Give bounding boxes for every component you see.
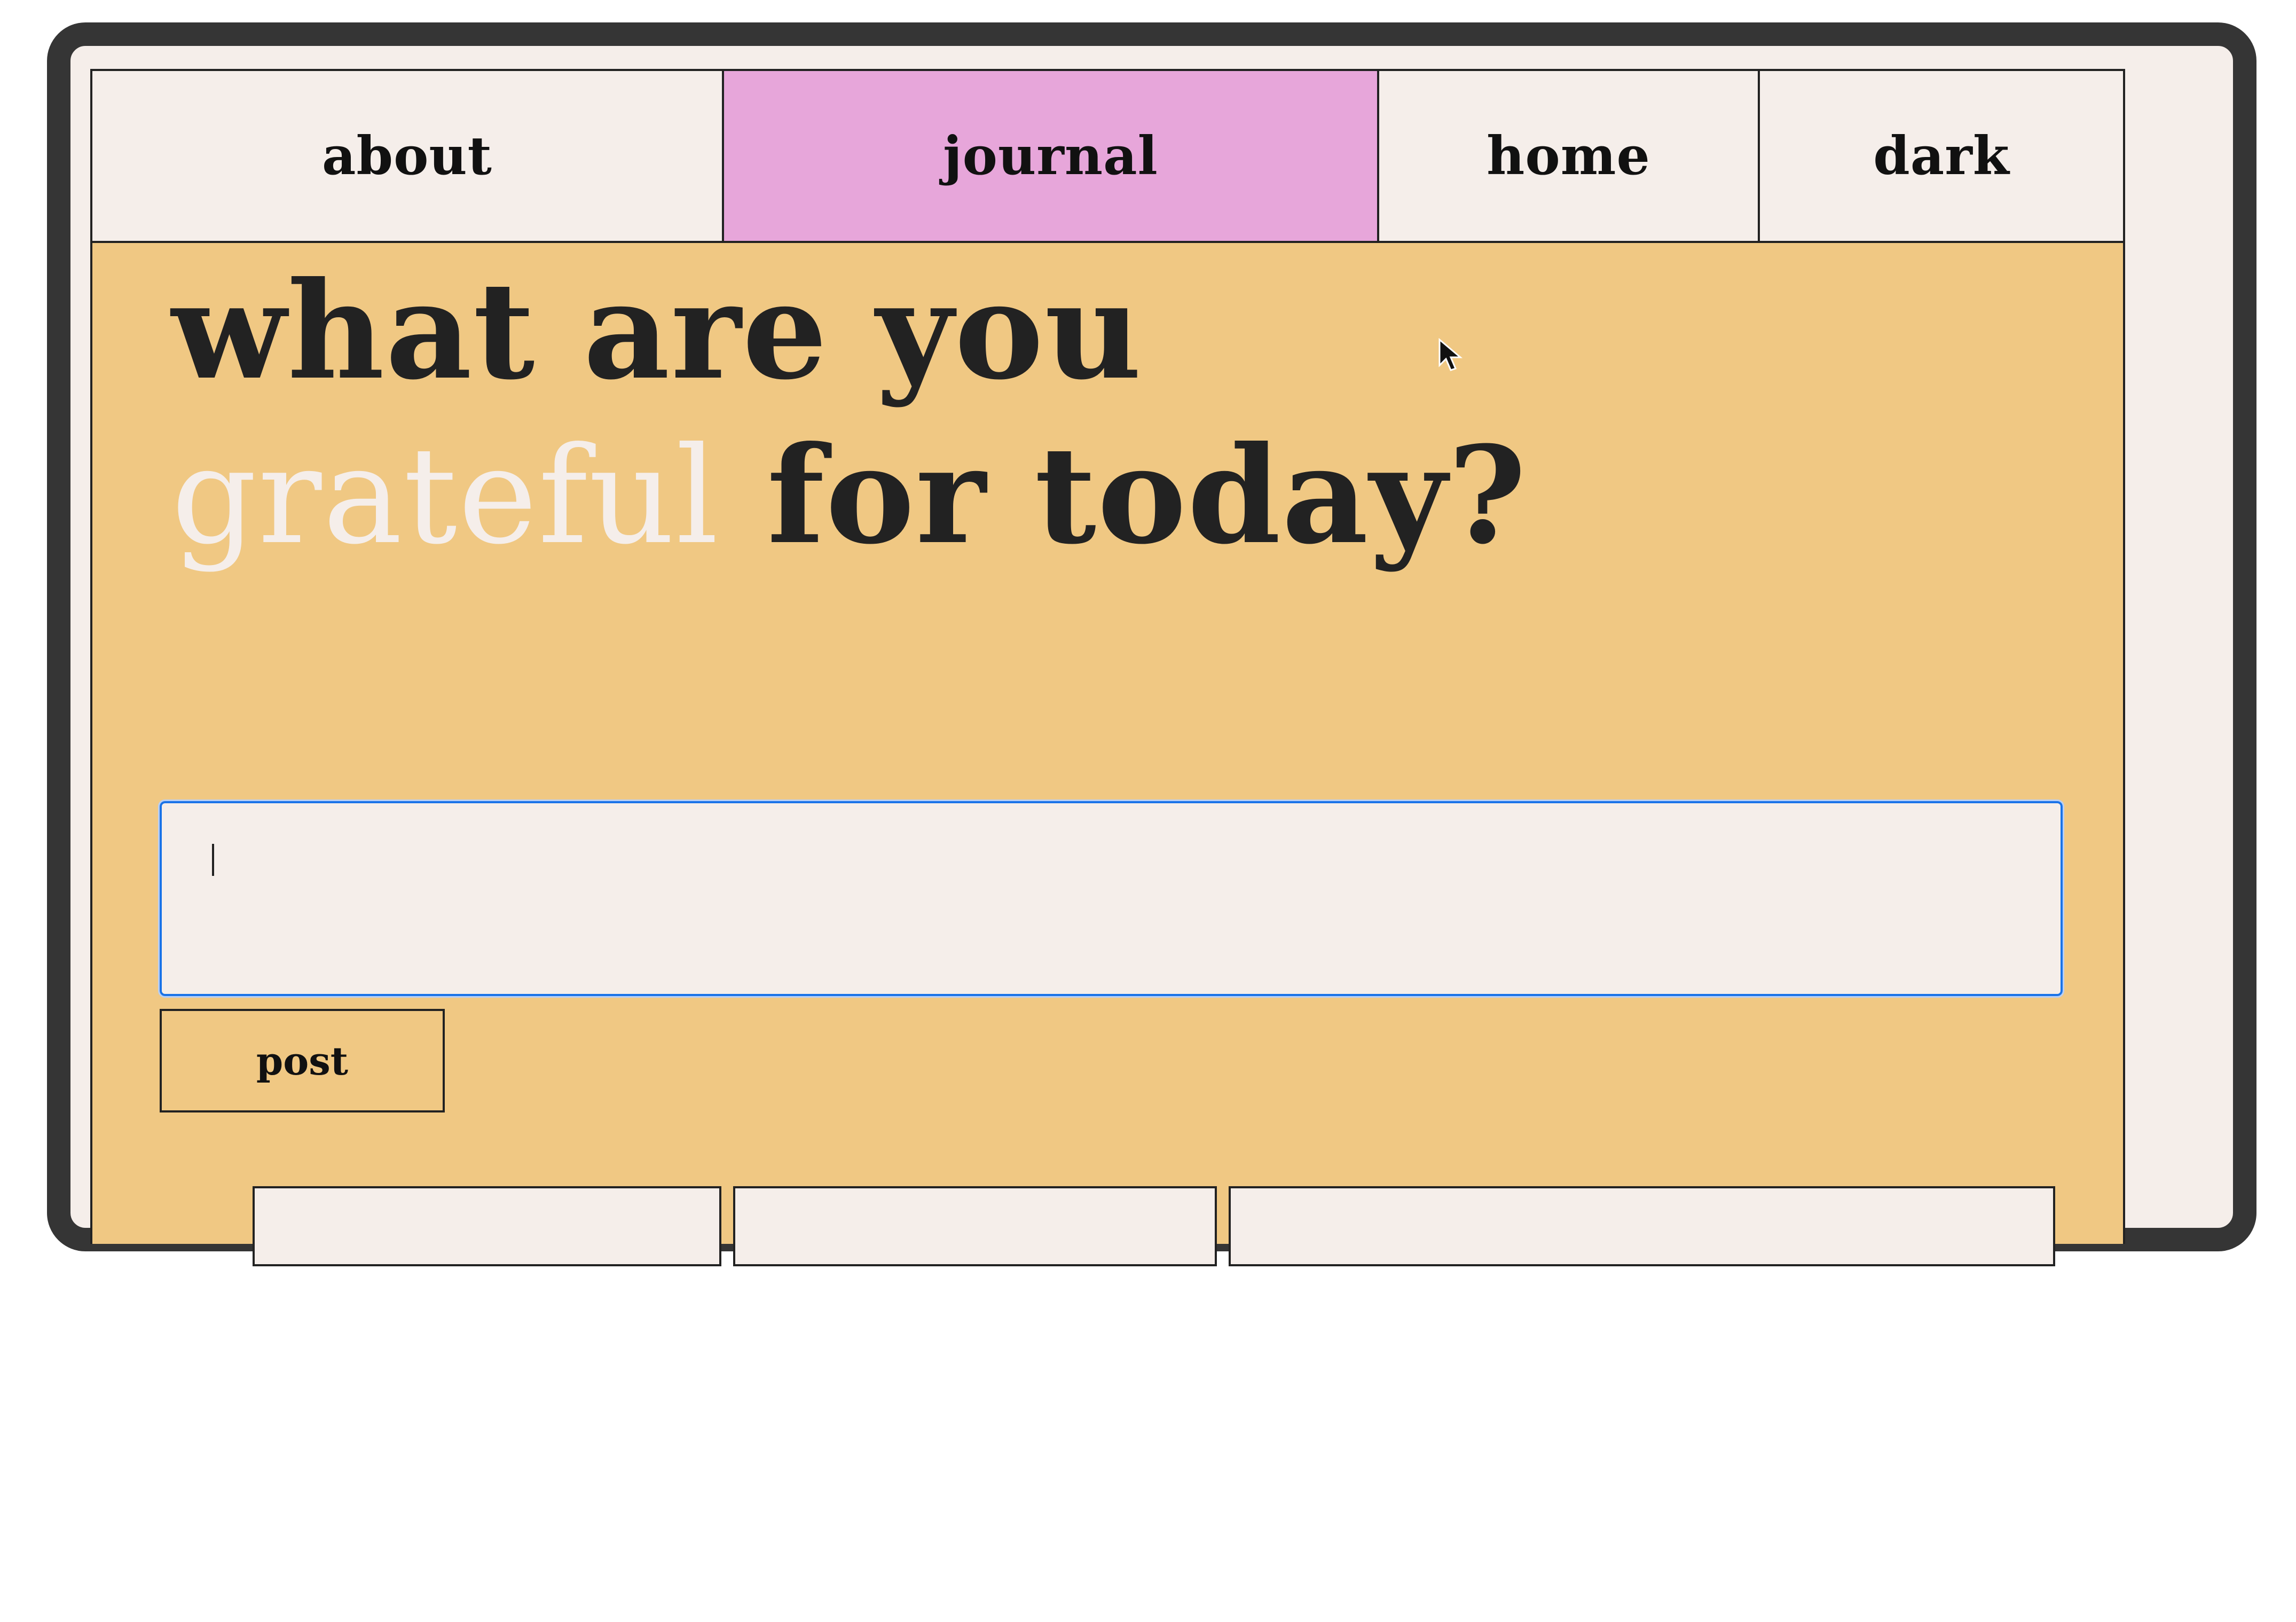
nav-about[interactable]: about [92,71,724,241]
page-heading: what are you grateful for today? [171,248,2040,578]
entry-card[interactable] [253,1186,721,1266]
nav-dark-mode[interactable]: dark [1760,71,2123,241]
entry-card[interactable] [733,1186,1217,1266]
heading-line-2: for today? [719,417,1528,574]
heading-accent-word: grateful [171,418,720,574]
journal-page: about journal home dark what are you gra… [90,69,2125,1266]
heading-line-1: what are you [171,252,1143,409]
nav-home[interactable]: home [1379,71,1760,241]
mouse-pointer-icon [1438,338,1463,371]
entries-list [92,1186,2123,1266]
gratitude-entry-input[interactable] [158,800,2064,998]
nav-journal[interactable]: journal [724,71,1379,241]
entry-card[interactable] [1229,1186,2055,1266]
nav-bar: about journal home dark [92,71,2123,243]
post-button[interactable]: post [160,1009,445,1112]
